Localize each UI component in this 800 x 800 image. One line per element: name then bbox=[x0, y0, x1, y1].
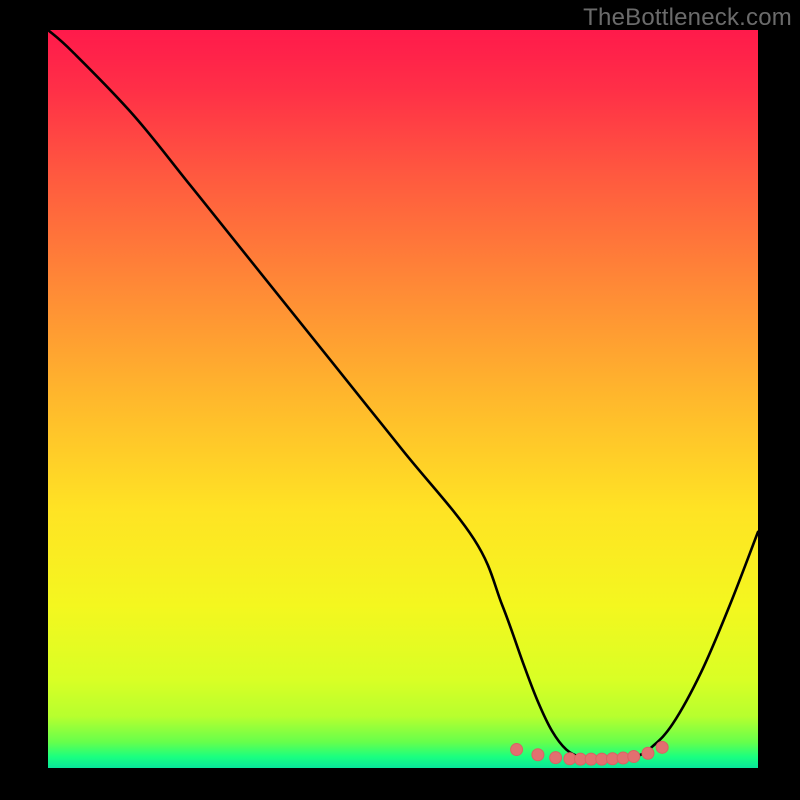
chart-frame: TheBottleneck.com bbox=[0, 0, 800, 800]
watermark-text: TheBottleneck.com bbox=[583, 4, 792, 32]
chart-svg bbox=[48, 30, 758, 768]
valley-marker bbox=[617, 752, 629, 764]
valley-marker bbox=[550, 752, 562, 764]
valley-marker bbox=[642, 747, 654, 759]
valley-marker bbox=[511, 744, 523, 756]
valley-marker bbox=[532, 749, 544, 761]
valley-marker bbox=[656, 741, 668, 753]
valley-marker bbox=[628, 751, 640, 763]
plot-area bbox=[48, 30, 758, 768]
